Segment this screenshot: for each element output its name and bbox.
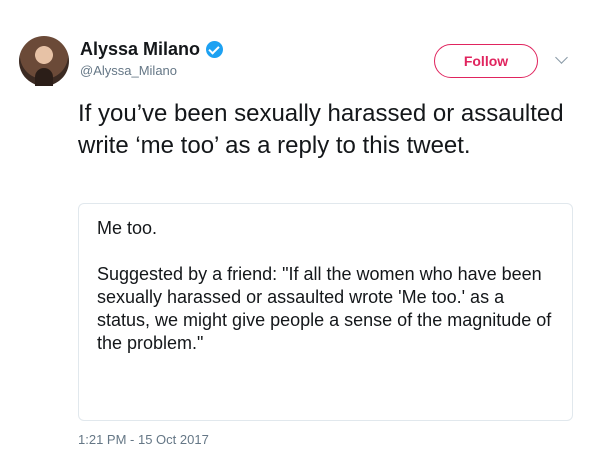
tweet-card: Alyssa Milano @Alyssa_Milano Follow If y… bbox=[0, 0, 616, 464]
quote-body: Suggested by a friend: "If all the women… bbox=[97, 264, 552, 353]
avatar[interactable] bbox=[19, 36, 69, 86]
tweet-timestamp[interactable]: 1:21 PM - 15 Oct 2017 bbox=[78, 432, 209, 447]
tweet-text: If you’ve been sexually harassed or assa… bbox=[78, 100, 564, 159]
author-handle[interactable]: @Alyssa_Milano bbox=[80, 63, 177, 78]
author-display-name[interactable]: Alyssa Milano bbox=[80, 38, 200, 60]
follow-button[interactable]: Follow bbox=[434, 44, 538, 78]
author-name-row: Alyssa Milano bbox=[80, 38, 224, 60]
chevron-down-icon[interactable] bbox=[555, 51, 568, 64]
quoted-text-card: Me too. Suggested by a friend: "If all t… bbox=[78, 203, 573, 421]
quote-first-line: Me too. bbox=[97, 218, 158, 238]
verified-badge-icon bbox=[206, 40, 224, 58]
